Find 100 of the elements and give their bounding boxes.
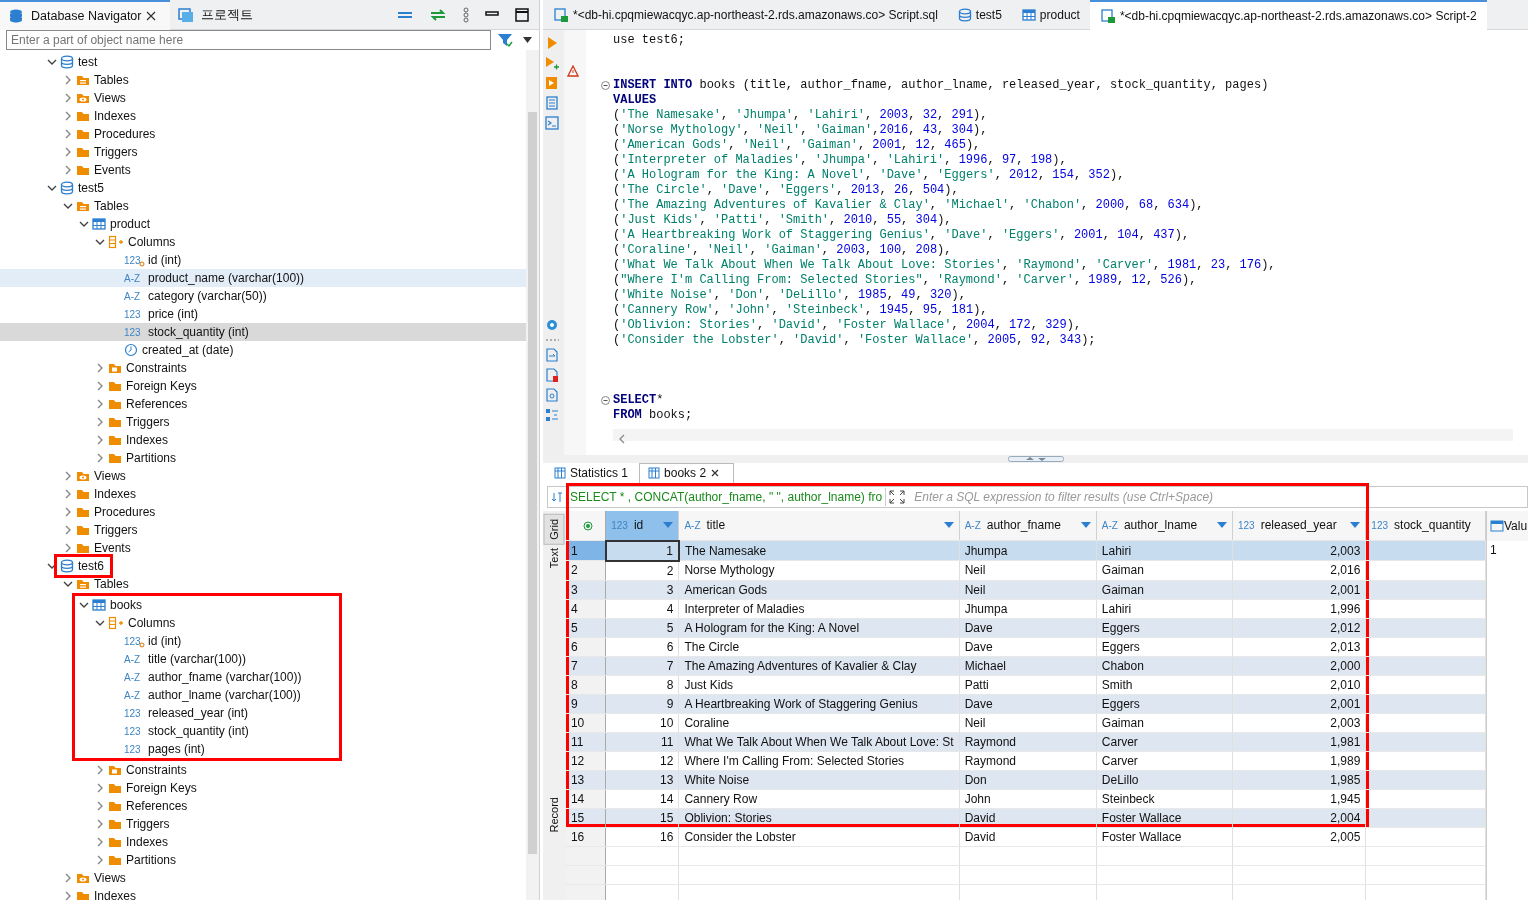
filter-icon[interactable] xyxy=(497,31,513,48)
tree-item[interactable]: Foreign Keys xyxy=(0,377,526,395)
explain-icon[interactable] xyxy=(544,96,559,110)
menu-icon[interactable] xyxy=(463,6,469,23)
fold-icon[interactable] xyxy=(601,396,610,405)
tree-label[interactable]: Columns xyxy=(128,233,176,251)
tree-item[interactable]: 123 stock_quantity (int) xyxy=(0,722,339,740)
column-header[interactable]: A-Z title xyxy=(678,510,960,541)
tree-item[interactable]: Indexes xyxy=(0,833,526,851)
tree-item[interactable]: Triggers xyxy=(0,413,526,431)
tree-label[interactable]: id (int) xyxy=(148,251,182,269)
tree-label[interactable]: Partitions xyxy=(126,851,177,869)
tree-label[interactable]: test6 xyxy=(78,557,104,575)
tree-item[interactable]: A-Z author_fname (varchar(100)) xyxy=(0,668,339,686)
tree-label[interactable]: category (varchar(50)) xyxy=(148,287,267,305)
tree-item[interactable]: A-Z product_name (varchar(100)) xyxy=(0,269,526,287)
tree-item[interactable]: 123 released_year (int) xyxy=(0,704,339,722)
tree-label[interactable]: Columns xyxy=(128,614,176,632)
view-tab[interactable]: Text xyxy=(545,544,564,573)
tree-label[interactable]: author_fname (varchar(100)) xyxy=(148,668,302,686)
tree-label[interactable]: References xyxy=(126,395,188,413)
tree-item[interactable]: 123 id (int) xyxy=(0,632,339,650)
tree-label[interactable]: pages (int) xyxy=(148,740,205,758)
tree-label[interactable]: price (int) xyxy=(148,305,198,323)
export-icon[interactable] xyxy=(544,348,559,362)
tree-label[interactable]: Tables xyxy=(94,71,129,89)
tree-item[interactable]: Indexes xyxy=(0,887,526,900)
editor-tab[interactable]: test5 xyxy=(947,0,1012,30)
expand-icon[interactable] xyxy=(889,489,906,504)
tree-label[interactable]: Triggers xyxy=(94,143,138,161)
outline-icon[interactable] xyxy=(544,408,559,422)
tree-item[interactable]: 123 id (int) xyxy=(0,251,526,269)
tree-item[interactable]: Events xyxy=(0,161,526,179)
tree-label[interactable]: test5 xyxy=(78,179,104,197)
tree-label[interactable]: Views xyxy=(94,869,126,887)
column-header[interactable]: 123 id xyxy=(605,510,679,541)
link-icon[interactable] xyxy=(429,8,447,21)
tree-item[interactable]: References xyxy=(0,395,526,413)
tree-label[interactable]: author_lname (varchar(100)) xyxy=(148,686,301,704)
tree-label[interactable]: Views xyxy=(94,89,126,107)
tree-item[interactable]: Views xyxy=(0,467,526,485)
tree-item[interactable]: Tables xyxy=(0,71,526,89)
tree-item[interactable]: Constraints xyxy=(0,761,526,779)
tree-label[interactable]: Indexes xyxy=(94,107,137,125)
settings-icon[interactable] xyxy=(544,318,559,332)
tree-item[interactable]: References xyxy=(0,797,526,815)
tree-item[interactable]: created_at (date) xyxy=(0,341,526,359)
tree-label[interactable]: Triggers xyxy=(126,815,170,833)
editor-tab[interactable]: *<db-hi.cpqmiewacqyc.ap-northeast-2.rds.amazonaws.co> Script-2 xyxy=(1089,0,1487,30)
result-tab[interactable]: Statistics 1 xyxy=(546,462,640,483)
tree-item[interactable]: 123 pages (int) xyxy=(0,740,339,758)
tree-label[interactable]: References xyxy=(126,797,188,815)
tree-label[interactable]: Foreign Keys xyxy=(126,377,197,395)
tree-label[interactable]: stock_quantity (int) xyxy=(148,323,249,341)
tree-item[interactable]: Columns xyxy=(0,233,526,251)
variables-icon[interactable] xyxy=(544,388,559,402)
column-header[interactable]: 123 stock_quantity xyxy=(1365,510,1486,541)
search-field[interactable]: Enter a part of object name here xyxy=(6,29,491,50)
tree-item[interactable]: Triggers xyxy=(0,521,526,539)
tree-item[interactable]: test xyxy=(0,53,526,71)
tree-label[interactable]: Events xyxy=(94,161,131,179)
tree-label[interactable]: id (int) xyxy=(148,632,182,650)
tree-label[interactable]: Indexes xyxy=(94,887,137,900)
tree-label[interactable]: product_name (varchar(100)) xyxy=(148,269,305,287)
column-header[interactable]: 123 released_year xyxy=(1232,510,1366,541)
more-icon[interactable] xyxy=(544,338,559,342)
editor-tab[interactable]: *<db-hi.cpqmiewacqyc.ap-northeast-2.rds.amazonaws.co> Script.sql xyxy=(543,0,948,30)
tree-label[interactable]: Constraints xyxy=(126,761,187,779)
run-icon[interactable] xyxy=(545,36,558,50)
collapse-icon[interactable] xyxy=(397,9,413,20)
tree-item[interactable]: Indexes xyxy=(0,431,526,449)
tree-item[interactable]: test6 xyxy=(0,557,526,575)
tree-label[interactable]: books xyxy=(110,596,143,614)
tree-item[interactable]: Views xyxy=(0,869,526,887)
tree-label[interactable]: Constraints xyxy=(126,359,187,377)
view-tab[interactable]: Record xyxy=(545,792,564,837)
fold-icon[interactable] xyxy=(601,81,610,90)
tree-item[interactable]: A-Z category (varchar(50)) xyxy=(0,287,526,305)
script-run-icon[interactable] xyxy=(544,76,559,90)
panel-tab[interactable]: 프로젝트 xyxy=(170,0,265,30)
tree-item[interactable]: Columns xyxy=(0,614,339,632)
tree-label[interactable]: product xyxy=(110,215,151,233)
dropdown-icon[interactable] xyxy=(523,36,532,43)
tree-label[interactable]: test xyxy=(78,53,98,71)
editor-tab[interactable]: product xyxy=(1011,0,1090,30)
tree-label[interactable]: Tables xyxy=(94,197,129,215)
tree-item[interactable]: A-Z title (varchar(100)) xyxy=(0,650,339,668)
tree-label[interactable]: Foreign Keys xyxy=(126,779,197,797)
tree-label[interactable]: Events xyxy=(94,539,131,557)
result-tab[interactable]: books 2 xyxy=(639,462,735,483)
tree-item[interactable]: Tables xyxy=(0,197,526,215)
run-new-icon[interactable] xyxy=(544,56,559,70)
tree-item[interactable]: Views xyxy=(0,89,526,107)
panel-tab[interactable]: Database Navigator xyxy=(0,0,171,30)
tree-item[interactable]: Foreign Keys xyxy=(0,779,526,797)
column-header[interactable]: A-Z author_lname xyxy=(1096,510,1233,541)
tree-item[interactable]: Constraints xyxy=(0,359,526,377)
tree-label[interactable]: title (varchar(100)) xyxy=(148,650,247,668)
tree-item[interactable]: Indexes xyxy=(0,485,526,503)
tree-item[interactable]: Events xyxy=(0,539,526,557)
